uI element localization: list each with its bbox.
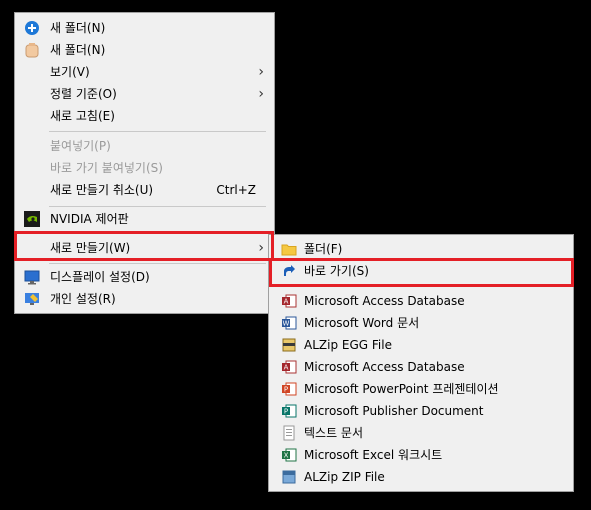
access-icon: A — [281, 359, 297, 375]
menu-item-new-folder-1[interactable]: 새 폴더(N) — [15, 17, 274, 39]
text-document-icon — [281, 425, 297, 441]
highlight-new-menu-item — [14, 231, 274, 261]
submenu-item-powerpoint[interactable]: P Microsoft PowerPoint 프레젠테이션 — [269, 378, 573, 400]
menu-item-label: Microsoft Access Database — [304, 360, 465, 374]
powerpoint-icon: P — [281, 381, 297, 397]
svg-text:W: W — [283, 320, 290, 328]
menu-item-label: Microsoft Excel 워크시트 — [304, 448, 443, 462]
svg-text:P: P — [284, 408, 288, 416]
menu-item-label: 개인 설정(R) — [50, 292, 116, 306]
svg-text:A: A — [284, 364, 289, 372]
excel-icon: X — [281, 447, 297, 463]
submenu-item-alzip-egg[interactable]: ALZip EGG File — [269, 334, 573, 356]
menu-item-label: Microsoft Access Database — [304, 294, 465, 308]
display-icon — [24, 269, 40, 285]
nvidia-icon — [24, 211, 40, 227]
svg-text:P: P — [284, 386, 288, 394]
menu-item-paste: 붙여넣기(P) — [15, 135, 274, 157]
menu-item-label: Microsoft PowerPoint 프레젠테이션 — [304, 382, 499, 396]
menu-item-new-folder-2[interactable]: 새 폴더(N) — [15, 39, 274, 61]
menu-item-view[interactable]: 보기(V) › — [15, 61, 274, 83]
alzip-egg-icon — [281, 337, 297, 353]
folder-icon — [281, 241, 297, 257]
word-icon: W — [281, 315, 297, 331]
menu-item-label: Microsoft Publisher Document — [304, 404, 484, 418]
menu-item-paste-shortcut: 바로 가기 붙여넣기(S) — [15, 157, 274, 179]
chevron-right-icon: › — [258, 86, 264, 102]
submenu-item-access-db-2[interactable]: A Microsoft Access Database — [269, 356, 573, 378]
menu-item-nvidia[interactable]: NVIDIA 제어판 — [15, 208, 274, 230]
menu-item-label: Microsoft Word 문서 — [304, 316, 420, 330]
submenu-item-publisher[interactable]: P Microsoft Publisher Document — [269, 400, 573, 422]
plus-circle-icon — [24, 20, 40, 36]
menu-item-sort-by[interactable]: 정렬 기준(O) › — [15, 83, 274, 105]
menu-separator — [49, 263, 266, 264]
submenu-item-access-db[interactable]: A Microsoft Access Database — [269, 290, 573, 312]
menu-item-label: ALZip ZIP File — [304, 470, 385, 484]
menu-item-label: ALZip EGG File — [304, 338, 392, 352]
personalize-icon — [24, 291, 40, 307]
menu-item-display-settings[interactable]: 디스플레이 설정(D) — [15, 266, 274, 288]
menu-item-label: 새 폴더(N) — [50, 21, 106, 35]
menu-item-label: 텍스트 문서 — [304, 426, 364, 440]
menu-item-label: 새로 만들기 취소(U) — [50, 183, 154, 197]
alzip-zip-icon — [281, 469, 297, 485]
publisher-icon: P — [281, 403, 297, 419]
menu-item-label: 새 폴더(N) — [50, 43, 106, 57]
menu-separator — [49, 131, 266, 132]
menu-item-label: 디스플레이 설정(D) — [50, 270, 150, 284]
menu-item-undo-new[interactable]: 새로 만들기 취소(U) Ctrl+Z — [15, 179, 274, 201]
svg-text:A: A — [284, 298, 289, 306]
menu-item-label: NVIDIA 제어판 — [50, 212, 129, 226]
access-icon: A — [281, 293, 297, 309]
submenu-item-word-doc[interactable]: W Microsoft Word 문서 — [269, 312, 573, 334]
folder-peach-icon — [24, 42, 40, 58]
submenu-item-excel[interactable]: X Microsoft Excel 워크시트 — [269, 444, 573, 466]
chevron-right-icon: › — [258, 64, 264, 80]
menu-item-label: 정렬 기준(O) — [50, 87, 117, 101]
desktop-context-menu: 새 폴더(N) 새 폴더(N) 보기(V) › 정렬 기준(O) › 새로 고침… — [14, 12, 275, 314]
menu-item-label: 붙여넣기(P) — [50, 139, 111, 153]
highlight-shortcut-item — [269, 258, 574, 287]
menu-item-label: 폴더(F) — [304, 242, 343, 256]
menu-item-personalize[interactable]: 개인 설정(R) — [15, 288, 274, 310]
shortcut-key: Ctrl+Z — [216, 183, 256, 197]
submenu-item-folder[interactable]: 폴더(F) — [269, 238, 573, 260]
menu-item-label: 바로 가기 붙여넣기(S) — [50, 161, 163, 175]
submenu-item-text-doc[interactable]: 텍스트 문서 — [269, 422, 573, 444]
submenu-item-alzip-zip[interactable]: ALZip ZIP File — [269, 466, 573, 488]
menu-item-refresh[interactable]: 새로 고침(E) — [15, 105, 274, 127]
menu-separator — [49, 206, 266, 207]
svg-text:X: X — [284, 452, 289, 460]
menu-item-label: 보기(V) — [50, 65, 90, 79]
menu-item-label: 새로 고침(E) — [50, 109, 115, 123]
